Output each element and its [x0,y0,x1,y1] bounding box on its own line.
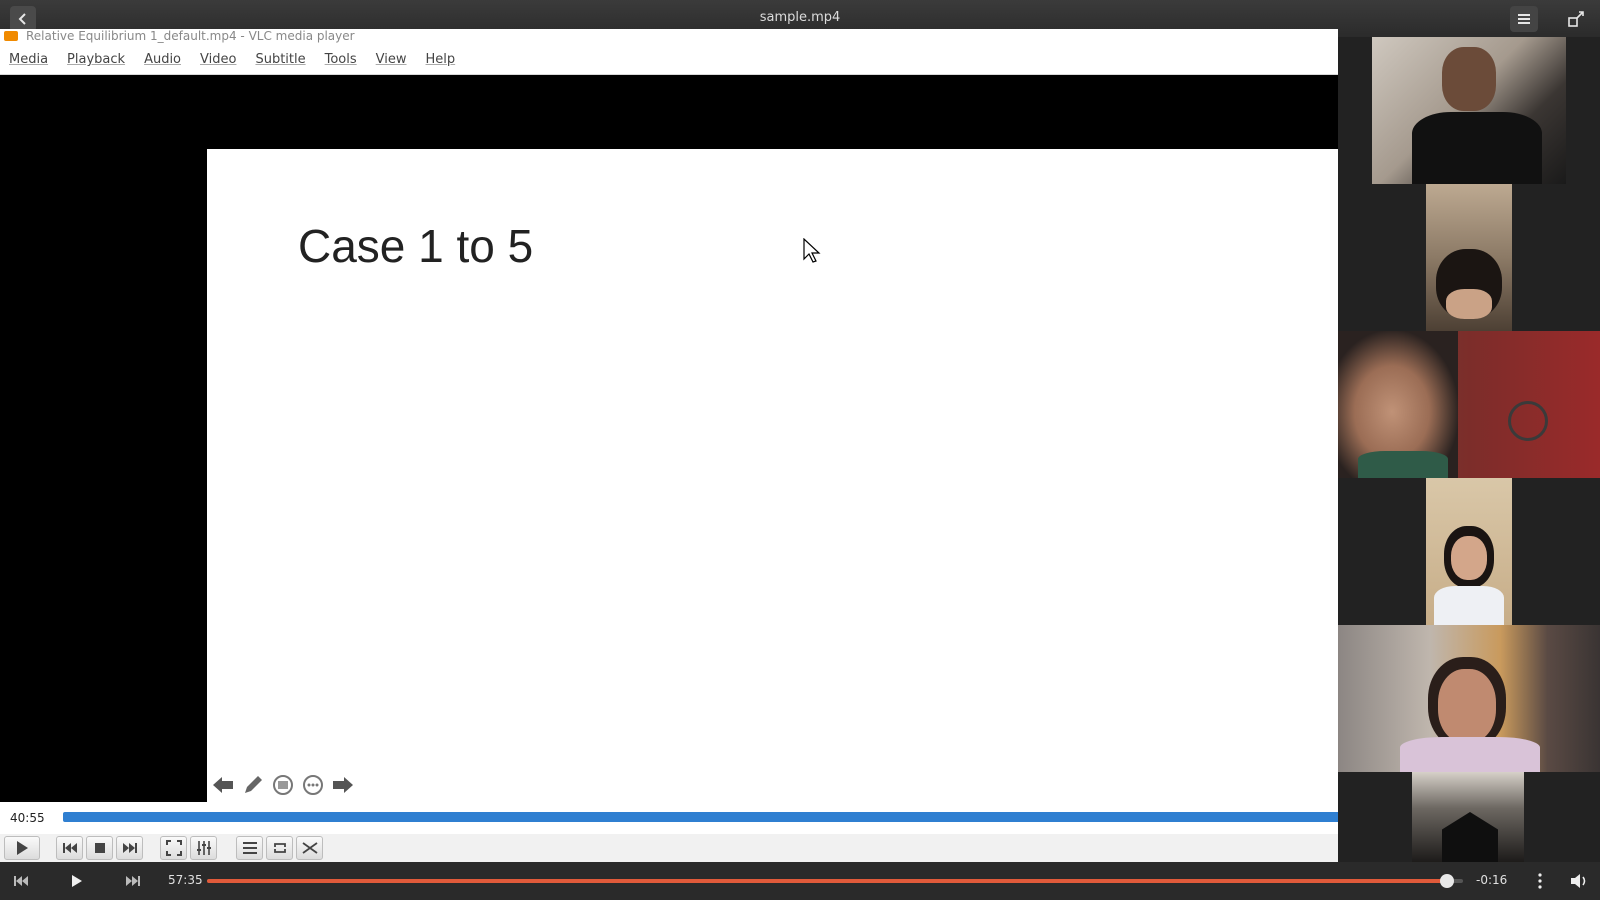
stop-icon [94,843,105,853]
participant-tile [1338,478,1600,625]
unmaximize-icon [1568,11,1584,27]
participant-video [1338,331,1600,478]
vlc-current-time: 40:55 [10,811,45,825]
player-controls: 57:35 -0:16 [0,862,1600,900]
next-slide-icon[interactable] [331,773,355,797]
slide-title: Case 1 to 5 [298,220,534,272]
unmaximize-button[interactable] [1562,6,1590,32]
vlc-extended-settings-button[interactable] [190,836,217,860]
participants-panel [1338,37,1600,862]
slides-icon[interactable] [271,773,295,797]
vlc-seek-bar[interactable] [63,812,1338,822]
vlc-window-title-text: Relative Equilibrium 1_default.mp4 - VLC… [26,29,355,43]
more-options-icon[interactable] [301,773,325,797]
participant-video [1412,772,1524,862]
more-options-button[interactable] [1530,868,1550,894]
vertical-dots-icon [1538,873,1542,889]
menu-audio[interactable]: Audio [144,52,181,67]
skip-next-icon [126,876,140,886]
menu-view[interactable]: View [376,52,407,67]
vlc-window-title: Relative Equilibrium 1_default.mp4 - VLC… [0,29,1338,45]
seek-bar-fill [207,879,1447,883]
participant-video [1426,184,1512,331]
vlc-menubar: Media Playback Audio Video Subtitle Tool… [0,45,1338,75]
pen-icon[interactable] [241,773,265,797]
skip-back-icon [62,843,77,853]
vlc-seek-area: 40:55 [0,802,1338,834]
menu-subtitle[interactable]: Subtitle [255,52,305,67]
slide-nav-toolbar [211,773,355,797]
menu-video[interactable]: Video [200,52,236,67]
fullscreen-icon [165,840,182,856]
video-title: sample.mp4 [759,10,841,25]
participant-video [1372,37,1566,184]
equalizer-icon [196,841,211,855]
skip-next-button[interactable] [118,868,148,894]
seek-bar[interactable] [207,874,1463,888]
vlc-shuffle-button[interactable] [296,836,323,860]
volume-button[interactable] [1566,868,1592,894]
mouse-cursor-icon [803,238,821,263]
participant-tile [1338,37,1600,184]
skip-previous-button[interactable] [6,868,36,894]
vlc-controls [0,834,1338,862]
participant-tile [1338,772,1600,862]
seek-handle[interactable] [1439,874,1454,888]
shuffle-icon [301,842,318,854]
menu-tools[interactable]: Tools [325,52,357,67]
menu-help[interactable]: Help [426,52,456,67]
menu-media[interactable]: Media [9,52,48,67]
vlc-previous-button[interactable] [56,836,83,860]
play-icon [17,841,28,855]
play-button[interactable] [62,868,92,894]
participant-video [1338,625,1600,772]
skip-forward-icon [122,843,137,853]
remaining-time: -0:16 [1476,873,1508,887]
vlc-stop-button[interactable] [86,836,113,860]
skip-previous-icon [14,876,28,886]
playlist-icon [242,842,257,854]
participant-tile [1338,625,1600,772]
volume-icon [1571,874,1586,888]
vlc-loop-button[interactable] [266,836,293,860]
menu-button[interactable] [1510,6,1538,32]
vlc-cone-icon [4,31,18,41]
play-icon [72,875,82,887]
vlc-next-button[interactable] [116,836,143,860]
elapsed-time: 57:35 [168,873,203,887]
hamburger-icon [1518,14,1530,24]
presentation-slide: Case 1 to 5 [207,149,1338,815]
participant-tile [1338,331,1600,478]
vlc-fullscreen-button[interactable] [160,836,187,860]
vlc-playlist-button[interactable] [236,836,263,860]
loop-icon [273,843,286,853]
vlc-window: Relative Equilibrium 1_default.mp4 - VLC… [0,29,1338,862]
vlc-play-button[interactable] [4,836,40,860]
prev-slide-icon[interactable] [211,773,235,797]
menu-playback[interactable]: Playback [67,52,125,67]
participant-tile [1338,184,1600,331]
participant-video [1426,478,1512,625]
video-display[interactable]: Case 1 to 5 [0,75,1338,815]
